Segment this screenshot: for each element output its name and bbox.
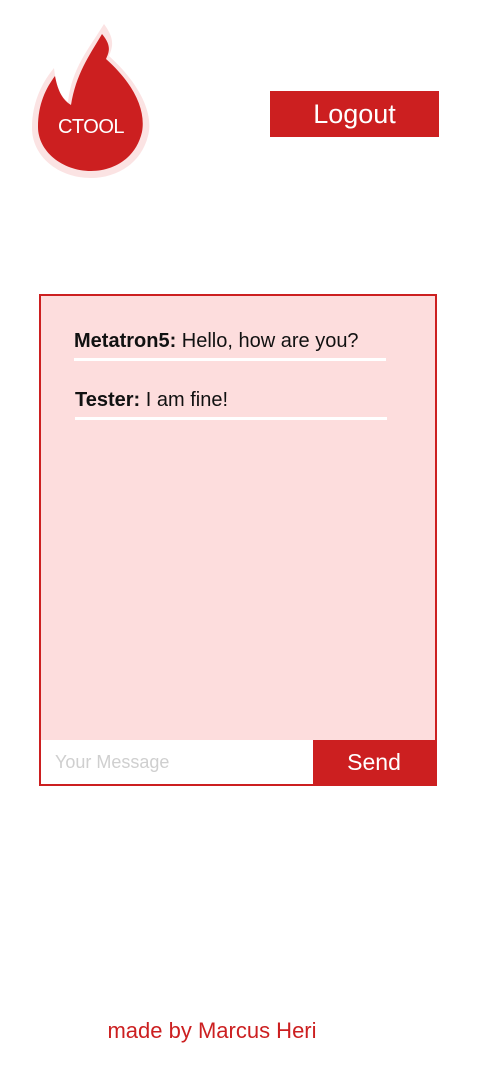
chat-message: Metatron5: Hello, how are you? (74, 328, 386, 361)
logo-text: CTOOL (57, 116, 125, 138)
message-compose-row: Send (41, 740, 435, 784)
footer-credit: made by Marcus Heri (107, 1018, 317, 1043)
message-input[interactable] (41, 740, 313, 784)
app-logo: CTOOL (32, 24, 150, 178)
chat-message: Tester: I am fine! (75, 387, 387, 420)
message-author: Metatron5: (74, 330, 177, 352)
chat-panel: Metatron5: Hello, how are you? Tester: I… (39, 294, 437, 786)
message-text: Hello, how are you? (176, 330, 359, 352)
message-text: I am fine! (140, 389, 229, 411)
flame-icon (32, 24, 150, 178)
logout-button[interactable]: Logout (270, 91, 439, 137)
message-author: Tester: (75, 389, 141, 411)
send-button[interactable]: Send (313, 740, 435, 784)
